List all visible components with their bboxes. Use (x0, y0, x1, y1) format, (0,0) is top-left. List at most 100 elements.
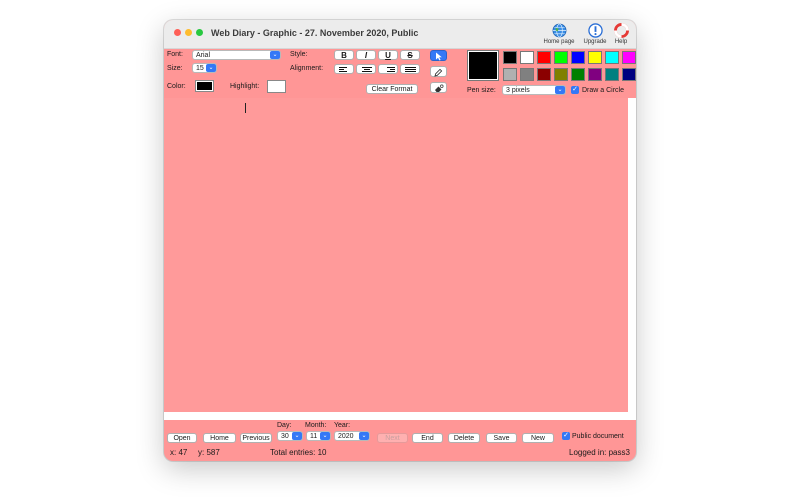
day-value: 30 (281, 433, 289, 440)
home-page-button[interactable]: Home page (542, 23, 576, 45)
italic-button[interactable]: I (356, 50, 376, 60)
highlight-label: Highlight: (230, 83, 260, 90)
palette-swatch[interactable] (588, 51, 602, 64)
align-justify-button[interactable] (400, 64, 420, 74)
pen-tool-button[interactable] (430, 66, 447, 77)
palette-swatch[interactable] (588, 68, 602, 81)
text-color-well[interactable] (195, 80, 214, 92)
year-select[interactable]: 2020 ⌄ (334, 431, 370, 441)
upgrade-icon (587, 23, 603, 38)
public-document-checkbox[interactable]: ✓ (562, 432, 570, 440)
size-select[interactable]: 15 ⌄ (192, 63, 217, 73)
chevron-down-icon: ⌄ (359, 432, 369, 440)
palette-swatch[interactable] (605, 51, 619, 64)
month-value: 11 (310, 433, 318, 440)
draw-circle-checkbox[interactable]: ✓ (571, 86, 579, 94)
current-pen-color-swatch (469, 52, 497, 79)
year-value: 2020 (338, 433, 354, 440)
globe-icon (552, 23, 566, 38)
delete-button[interactable]: Delete (448, 433, 480, 443)
color-label: Color: (167, 83, 186, 90)
alignment-label: Alignment: (290, 65, 324, 72)
align-center-button[interactable] (356, 64, 376, 74)
home-page-label: Home page (543, 39, 575, 45)
palette-swatch[interactable] (571, 51, 585, 64)
eraser-icon (434, 84, 443, 92)
align-right-button[interactable] (378, 64, 398, 74)
total-entries: Total entries: 10 (270, 448, 327, 457)
app-window: Web Diary - Graphic - 27. November 2020,… (164, 20, 636, 461)
bold-button[interactable]: B (334, 50, 354, 60)
font-label: Font: (167, 51, 183, 58)
month-label: Month: (305, 422, 327, 429)
chevron-down-icon: ⌄ (292, 432, 302, 440)
save-button[interactable]: Save (486, 433, 517, 443)
cursor-x-readout: x: 47 (170, 448, 188, 457)
palette-swatch[interactable] (503, 68, 517, 81)
text-color-swatch (197, 82, 212, 90)
palette-swatch[interactable] (554, 68, 568, 81)
palette-swatch[interactable] (571, 68, 585, 81)
current-pen-color[interactable] (467, 50, 499, 81)
cursor-y-readout: y: 587 (198, 448, 220, 457)
palette-swatch[interactable] (503, 51, 517, 64)
draw-circle-label: Draw a Circle (582, 87, 625, 94)
new-button[interactable]: New (522, 433, 554, 443)
clear-format-button[interactable]: Clear Format (366, 84, 418, 94)
text-cursor (245, 103, 246, 113)
palette-swatch[interactable] (520, 68, 534, 81)
day-label: Day: (277, 422, 292, 429)
next-button[interactable]: Next (377, 433, 408, 443)
palette-swatch[interactable] (622, 68, 636, 81)
palette-swatch[interactable] (554, 51, 568, 64)
size-value: 15 (196, 65, 204, 72)
cursor-arrow-icon (435, 52, 442, 61)
upgrade-label: Upgrade (583, 39, 607, 45)
help-label: Help (614, 39, 628, 45)
size-label: Size: (167, 65, 183, 72)
chevron-down-icon: ⌄ (206, 64, 216, 72)
palette-swatch[interactable] (537, 68, 551, 81)
month-select[interactable]: 11 ⌄ (306, 431, 331, 441)
highlight-color-well[interactable] (267, 80, 286, 93)
highlight-color-swatch (269, 82, 284, 91)
underline-button[interactable]: U (378, 50, 398, 60)
pen-size-label: Pen size: (467, 87, 496, 94)
pen-size-value: 3 pixels (506, 87, 530, 94)
style-label: Style: (290, 51, 308, 58)
strikethrough-button[interactable]: S (400, 50, 420, 60)
zoom-window-button[interactable] (196, 29, 203, 36)
font-value: Arial (196, 52, 211, 59)
palette-swatch[interactable] (537, 51, 551, 64)
chevron-down-icon: ⌄ (320, 432, 330, 440)
public-document-label: Public document (572, 433, 624, 440)
palette-swatch[interactable] (520, 51, 534, 64)
chevron-down-icon: ⌄ (555, 86, 565, 94)
upgrade-button[interactable]: Upgrade (581, 23, 609, 45)
year-label: Year: (334, 422, 351, 429)
home-button[interactable]: Home (203, 433, 236, 443)
window-title: Web Diary - Graphic - 27. November 2020,… (211, 28, 419, 38)
drawing-canvas[interactable] (164, 98, 628, 412)
palette-swatch[interactable] (605, 68, 619, 81)
pointer-tool-button[interactable] (430, 50, 447, 61)
previous-button[interactable]: Previous (240, 433, 272, 443)
title-bar: Web Diary - Graphic - 27. November 2020,… (164, 20, 636, 49)
open-button[interactable]: Open (167, 433, 197, 443)
palette-swatch[interactable] (622, 51, 636, 64)
minimize-window-button[interactable] (185, 29, 192, 36)
eraser-tool-button[interactable] (430, 82, 447, 93)
help-button[interactable]: Help (611, 23, 631, 45)
day-select[interactable]: 30 ⌄ (277, 431, 303, 441)
pen-size-select[interactable]: 3 pixels ⌄ (502, 85, 566, 95)
lifebuoy-icon (613, 23, 629, 38)
vertical-scrollbar[interactable] (628, 98, 636, 420)
chevron-down-icon: ⌄ (270, 51, 280, 59)
end-button[interactable]: End (412, 433, 443, 443)
close-window-button[interactable] (174, 29, 181, 36)
font-select[interactable]: Arial ⌄ (192, 50, 281, 60)
align-left-button[interactable] (334, 64, 354, 74)
horizontal-scrollbar[interactable] (164, 412, 628, 420)
pencil-icon (434, 68, 443, 77)
logged-in-status: Logged in: pass3 (569, 448, 630, 457)
